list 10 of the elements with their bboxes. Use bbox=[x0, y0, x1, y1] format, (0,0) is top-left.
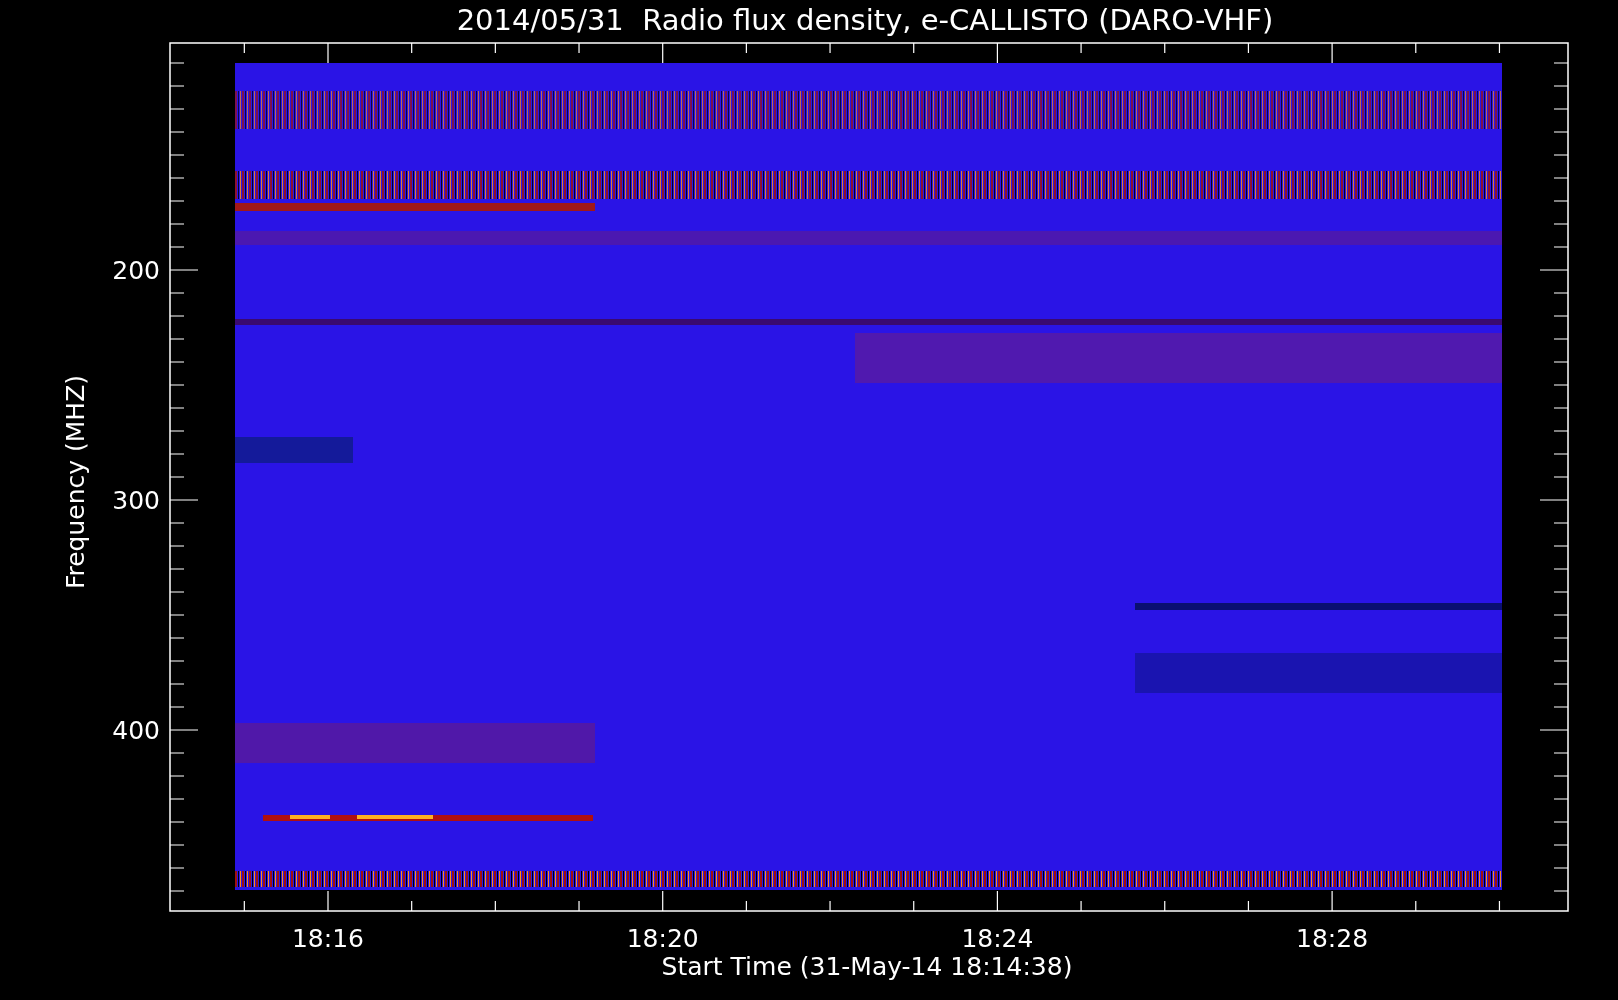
x-tick-label: 18:24 bbox=[961, 924, 1034, 953]
x-axis-label: Start Time (31-May-14 18:14:38) bbox=[661, 952, 1073, 981]
x-tick-label: 18:28 bbox=[1296, 924, 1369, 953]
chart-title: 2014/05/31 Radio flux density, e-CALLISTO (DARO-VHF) bbox=[456, 3, 1274, 37]
x-tick-label: 18:20 bbox=[626, 924, 699, 953]
y-axis-label: Frequency (MHZ) bbox=[61, 374, 90, 590]
x-tick-label: 18:16 bbox=[292, 924, 364, 953]
y-tick-label: 200 bbox=[112, 256, 160, 285]
y-tick-label: 300 bbox=[112, 486, 160, 515]
y-tick-label: 400 bbox=[112, 716, 160, 745]
